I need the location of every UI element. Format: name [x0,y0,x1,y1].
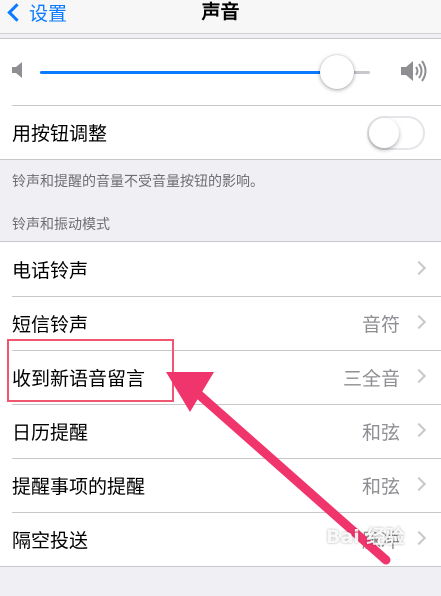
navigation-bar: 设置 声音 [0,0,441,34]
watermark-logo: Bai 经验 [326,526,405,548]
list-item-label: 提醒事项的提醒 [12,475,146,498]
list-item[interactable]: 提醒事项的提醒 和弦 [0,458,441,512]
volume-slider-thumb[interactable] [320,55,354,89]
section-header: 铃声和振动模式 [12,217,110,233]
list-item-value: 和弦 [361,421,400,444]
chevron-right-icon [411,422,427,438]
volume-group: 用按钮调整 [0,38,441,160]
list-item[interactable]: 电话铃声 [0,242,441,296]
sounds-list: 电话铃声 短信铃声 音符 收到新语音留言 三全音 日历提醒 和弦 提醒事项的提醒… [0,241,441,567]
speaker-high-icon [401,60,427,82]
list-item-value: 音符 [361,313,400,336]
adjust-with-buttons-row: 用按钮调整 [0,105,441,159]
list-item-value: 和弦 [361,475,400,498]
list-item-label: 日历提醒 [12,421,89,444]
highlight-box [7,339,174,402]
chevron-right-icon [411,260,427,276]
chevron-right-icon [411,314,427,330]
list-item-label: 电话铃声 [12,259,89,282]
page-title: 声音 [201,1,240,23]
volume-footer-note: 铃声和提醒的音量不受音量按钮的影响。 [12,174,264,190]
chevron-right-icon [411,530,427,546]
volume-slider-fill [40,71,337,74]
speaker-low-icon [12,62,22,78]
chevron-right-icon [411,368,427,384]
list-item-label: 隔空投送 [12,529,89,552]
list-item-label: 短信铃声 [12,313,89,336]
chevron-right-icon [411,476,427,492]
list-item[interactable]: 日历提醒 和弦 [0,404,441,458]
list-item-value: 三全音 [342,367,400,390]
toggle-knob [369,118,399,148]
volume-slider-row [0,39,441,105]
adjust-with-buttons-label: 用按钮调整 [12,122,108,145]
adjust-with-buttons-toggle[interactable] [367,116,425,150]
